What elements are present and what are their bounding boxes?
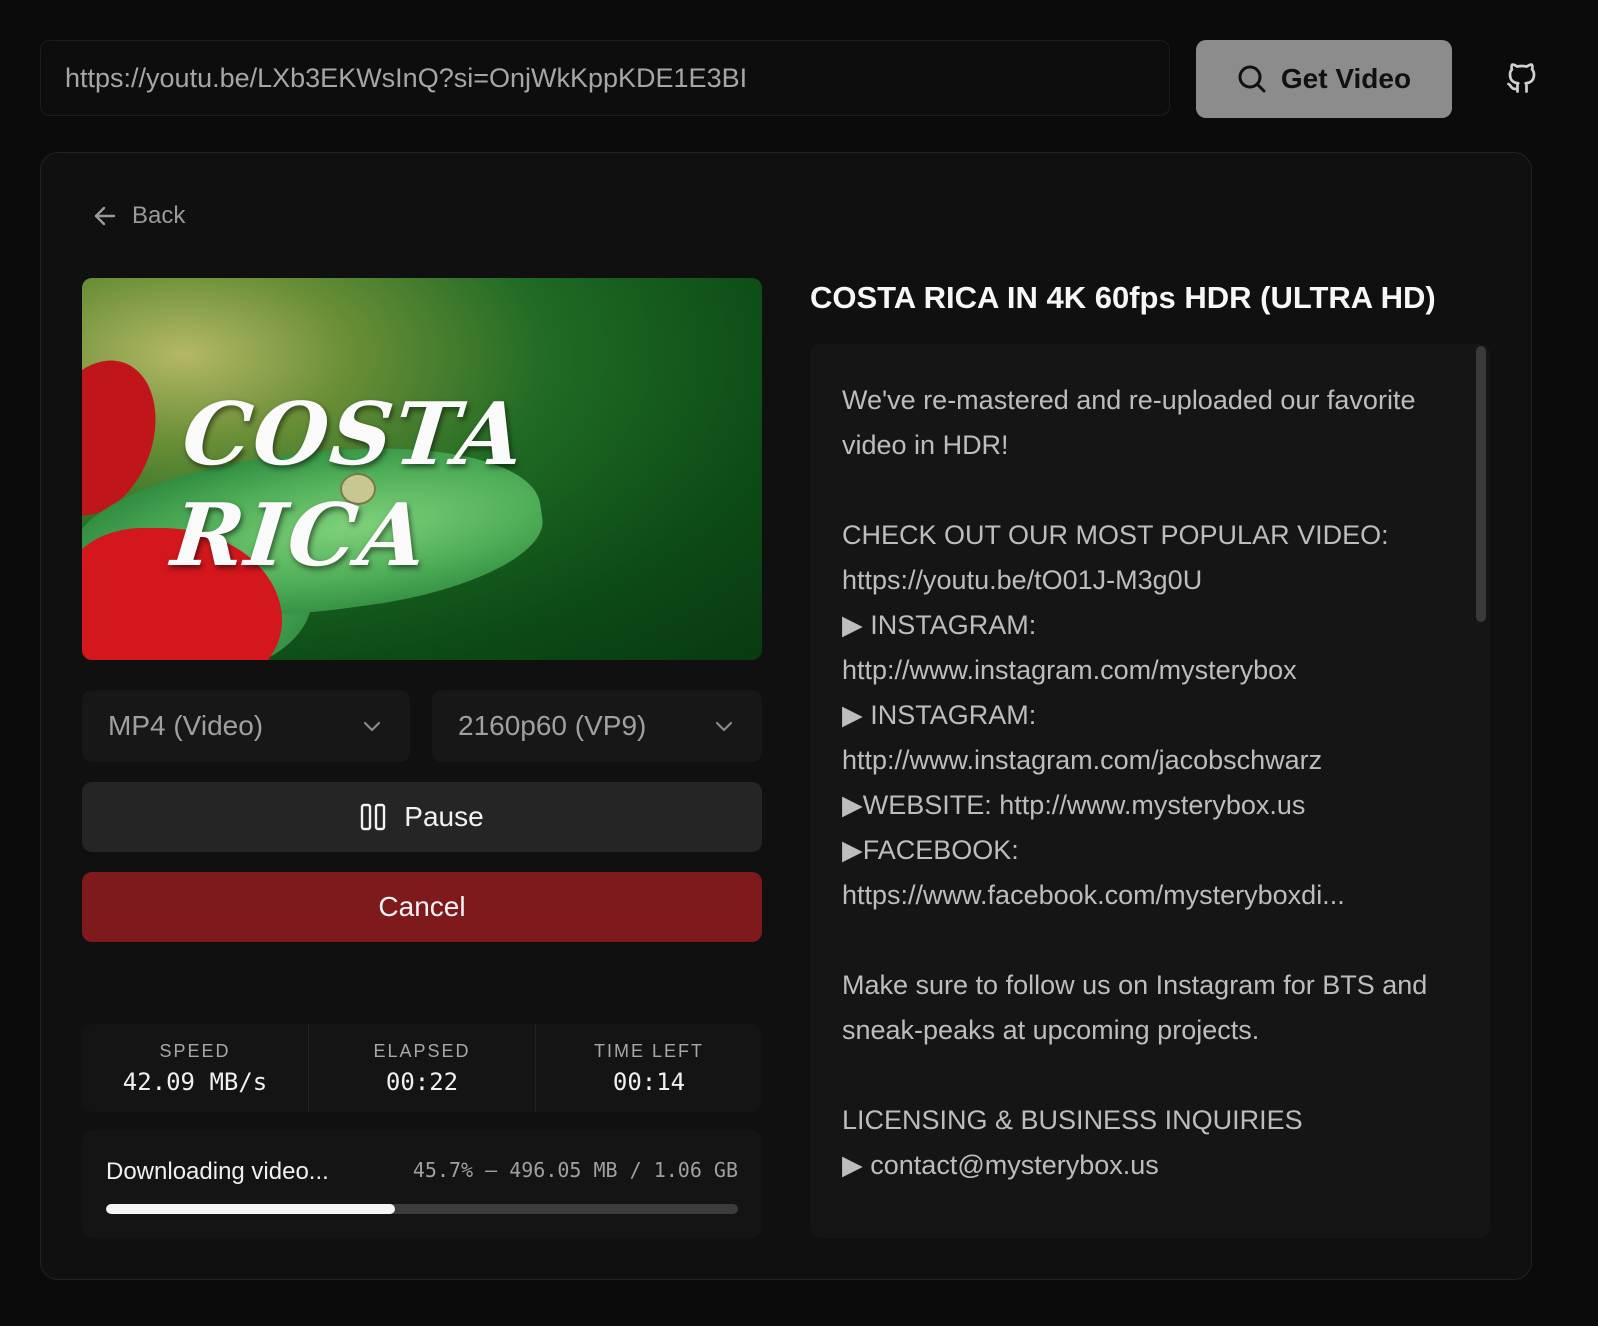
stat-value: 42.09 MB/s [122,1067,268,1096]
stat-elapsed: ELAPSED 00:22 [308,1024,535,1112]
description-scrollbar[interactable] [1476,346,1486,622]
back-label: Back [132,202,186,229]
progress-detail: 45.7% — 496.05 MB / 1.06 GB [412,1158,738,1182]
stat-value: 00:22 [385,1067,459,1096]
chevron-down-icon [363,721,381,732]
thumbnail-overlay-text: COSTA RICA [167,384,531,586]
download-stats: SPEED 42.09 MB/s ELAPSED 00:22 TIME LEFT… [82,1024,762,1112]
get-video-label: Get Video [1280,63,1412,94]
video-title: COSTA RICA IN 4K 60fps HDR (ULTRA HD) [810,280,1436,315]
pause-button[interactable]: Pause [82,782,762,852]
progress-bar-fill [106,1204,395,1214]
description-text: We've re-mastered and re-uploaded our fa… [842,385,1428,1180]
stat-value: 00:14 [612,1067,686,1096]
progress-status: Downloading video... [106,1158,329,1185]
video-description[interactable]: We've re-mastered and re-uploaded our fa… [810,344,1490,1238]
progress-bar [106,1204,738,1214]
chevron-down-icon [715,721,733,732]
quality-select-value: 2160p60 (VP9) [458,710,647,741]
github-icon[interactable] [1504,60,1540,96]
stat-speed: SPEED 42.09 MB/s [82,1024,308,1112]
stat-label: SPEED [159,1040,231,1061]
arrow-left-icon [94,206,116,226]
stat-time-left: TIME LEFT 00:14 [535,1024,762,1112]
back-link[interactable]: Back [92,202,185,230]
video-thumbnail: COSTA RICA [82,278,762,660]
stat-label: TIME LEFT [593,1040,704,1061]
download-progress: Downloading video... 45.7% — 496.05 MB /… [82,1130,762,1238]
format-select[interactable]: MP4 (Video) [82,690,410,762]
url-input[interactable] [40,40,1170,116]
get-video-button[interactable]: Get Video [1196,40,1452,118]
pause-icon [361,803,386,831]
pause-label: Pause [404,801,484,832]
top-bar: Get Video [40,40,1574,120]
format-select-value: MP4 (Video) [108,710,264,741]
cancel-button[interactable]: Cancel [82,872,762,942]
stat-label: ELAPSED [373,1040,471,1061]
search-icon [1238,65,1266,93]
quality-select[interactable]: 2160p60 (VP9) [432,690,762,762]
